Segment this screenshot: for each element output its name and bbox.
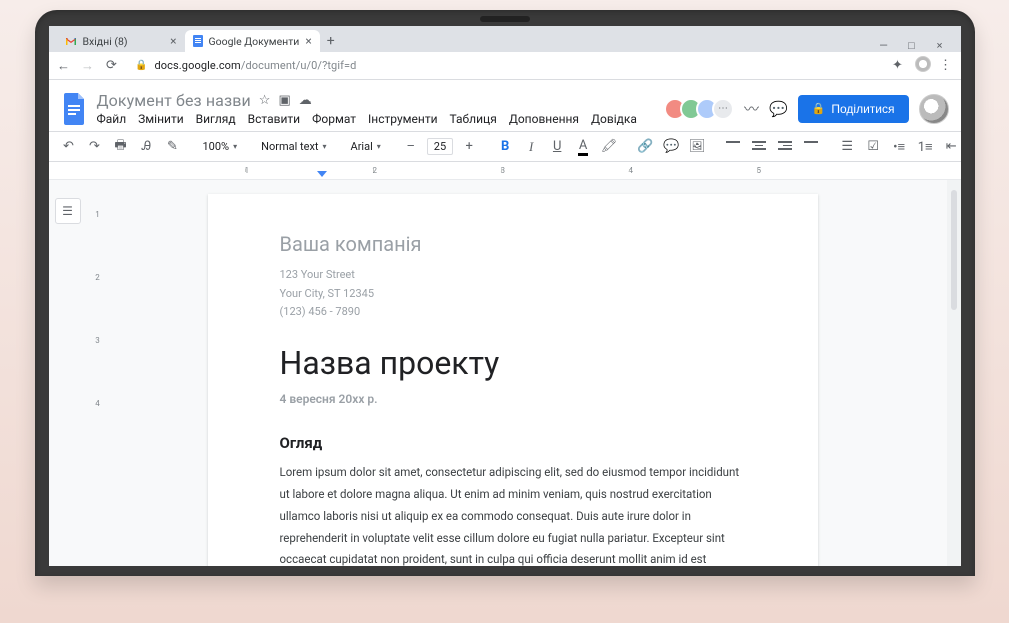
- undo-button[interactable]: ↶: [59, 136, 79, 158]
- docs-icon: [193, 35, 203, 47]
- menu-table[interactable]: Таблиця: [450, 112, 497, 126]
- share-button-label: Поділитися: [831, 102, 894, 116]
- menu-icon[interactable]: ⋮: [939, 58, 953, 73]
- paint-format-button[interactable]: ✎: [163, 136, 183, 158]
- account-avatar[interactable]: [919, 94, 949, 124]
- docs-menubar: Файл Змінити Вигляд Вставити Формат Інст…: [97, 112, 637, 126]
- close-icon[interactable]: ×: [305, 35, 311, 47]
- menu-view[interactable]: Вигляд: [196, 112, 236, 126]
- decrease-indent-button[interactable]: ⇤: [941, 136, 960, 158]
- gmail-icon: [65, 36, 77, 46]
- reload-icon[interactable]: ⟳: [105, 58, 119, 73]
- docs-logo-icon[interactable]: [61, 92, 87, 126]
- browser-address-bar: ← → ⟳ 🔒 docs.google.com/document/u/0/?tg…: [49, 52, 961, 80]
- font-family-select[interactable]: Arial▾: [347, 140, 385, 153]
- url-input[interactable]: 🔒 docs.google.com/document/u/0/?tgif=d: [129, 56, 881, 76]
- italic-button[interactable]: I: [521, 136, 541, 158]
- menu-addons[interactable]: Доповнення: [509, 112, 579, 126]
- move-icon[interactable]: ▣: [278, 93, 290, 108]
- insert-image-button[interactable]: 🖼: [687, 136, 707, 158]
- insert-link-button[interactable]: 🔗: [635, 136, 655, 158]
- browser-tabstrip: Вхідні (8) × Google Документи × + — □ ×: [49, 26, 961, 52]
- font-size-decrease[interactable]: –: [401, 136, 421, 158]
- back-icon[interactable]: ←: [57, 58, 71, 74]
- horizontal-ruler[interactable]: 1 2 3 4 5: [49, 162, 961, 180]
- activity-icon[interactable]: 〰: [744, 98, 759, 119]
- document-canvas[interactable]: Ваша компанія 123 Your Street Your City,…: [109, 180, 947, 566]
- browser-tab-gmail[interactable]: Вхідні (8) ×: [57, 30, 185, 52]
- lock-icon: 🔒: [812, 102, 826, 115]
- bulleted-list-button[interactable]: •≡: [889, 136, 909, 158]
- menu-insert[interactable]: Вставити: [248, 112, 300, 126]
- comment-icon[interactable]: 💬: [769, 100, 788, 118]
- vertical-ruler[interactable]: 1 2 3 4: [87, 180, 109, 566]
- extensions-icon[interactable]: ✦: [891, 58, 905, 73]
- browser-tab-label: Вхідні (8): [83, 35, 128, 48]
- window-close-icon[interactable]: ×: [933, 39, 947, 52]
- menu-file[interactable]: Файл: [97, 112, 127, 126]
- print-button[interactable]: 🖶: [111, 136, 131, 158]
- profile-icon[interactable]: [915, 56, 929, 76]
- project-title[interactable]: Назва проекту: [280, 344, 746, 382]
- screen: Вхідні (8) × Google Документи × + — □ × …: [49, 26, 961, 566]
- window-controls: — □ ×: [877, 39, 953, 52]
- docs-toolbar: ↶ ↷ 🖶 Ꭿ ✎ 100%▾ Normal text▾ Arial▾ –: [49, 132, 961, 162]
- underline-button[interactable]: U: [547, 136, 567, 158]
- url-text: docs.google.com/document/u/0/?tgif=d: [155, 59, 357, 72]
- menu-format[interactable]: Формат: [312, 112, 356, 126]
- laptop-camera: [480, 16, 530, 22]
- section-heading[interactable]: Огляд: [280, 434, 746, 452]
- body-paragraph[interactable]: Lorem ipsum dolor sit amet, consectetur …: [280, 462, 746, 566]
- text-color-button[interactable]: A: [573, 136, 593, 158]
- more-collaborators-icon[interactable]: ⋯: [712, 98, 734, 120]
- browser-tab-label: Google Документи: [209, 35, 300, 48]
- spellcheck-button[interactable]: Ꭿ: [137, 136, 157, 158]
- highlight-button[interactable]: 🖍: [599, 136, 619, 158]
- window-minimize-icon[interactable]: —: [877, 39, 891, 52]
- redo-button[interactable]: ↷: [85, 136, 105, 158]
- company-name[interactable]: Ваша компанія: [280, 232, 746, 256]
- insert-comment-button[interactable]: 💬: [661, 136, 681, 158]
- line-spacing-button[interactable]: ☰: [837, 136, 857, 158]
- paragraph-style-select[interactable]: Normal text▾: [257, 140, 330, 153]
- numbered-list-button[interactable]: 1≡: [915, 136, 935, 158]
- zoom-select[interactable]: 100%▾: [199, 140, 242, 153]
- cloud-status-icon[interactable]: ☁: [299, 93, 312, 108]
- scrollbar[interactable]: [947, 180, 961, 566]
- collaboration-area: ⋯ 〰 💬 🔒 Поділитися: [670, 94, 949, 124]
- align-justify-button[interactable]: [801, 136, 821, 158]
- outline-toggle-button[interactable]: ☰: [55, 198, 81, 224]
- new-tab-button[interactable]: +: [320, 30, 342, 52]
- docs-header: Документ без назви ☆ ▣ ☁ Файл Змінити Ви…: [49, 80, 961, 132]
- align-right-button[interactable]: [775, 136, 795, 158]
- browser-tab-docs[interactable]: Google Документи ×: [185, 30, 320, 52]
- laptop-bezel: Вхідні (8) × Google Документи × + — □ × …: [35, 10, 975, 576]
- window-maximize-icon[interactable]: □: [905, 39, 919, 52]
- docs-title-block: Документ без назви ☆ ▣ ☁ Файл Змінити Ви…: [97, 91, 637, 126]
- bold-button[interactable]: B: [495, 136, 515, 158]
- close-icon[interactable]: ×: [170, 35, 176, 47]
- document-page[interactable]: Ваша компанія 123 Your Street Your City,…: [208, 194, 818, 566]
- align-center-button[interactable]: [749, 136, 769, 158]
- document-title[interactable]: Документ без назви: [97, 91, 251, 110]
- collaborator-avatars[interactable]: ⋯: [670, 98, 734, 120]
- workspace: ☰ 1 2 3 4 Ваша компанія 123 Your Street …: [49, 180, 961, 566]
- share-button[interactable]: 🔒 Поділитися: [798, 95, 909, 123]
- menu-help[interactable]: Довідка: [591, 112, 637, 126]
- star-icon[interactable]: ☆: [259, 93, 271, 108]
- font-size-input[interactable]: 25: [427, 138, 453, 155]
- indent-marker-icon[interactable]: [317, 171, 327, 177]
- lock-icon: 🔒: [135, 60, 149, 71]
- document-date[interactable]: 4 вересня 20xx р.: [280, 392, 746, 406]
- forward-icon[interactable]: →: [81, 58, 95, 74]
- menu-edit[interactable]: Змінити: [138, 112, 184, 126]
- checklist-button[interactable]: ☑: [863, 136, 883, 158]
- laptop-frame: Вхідні (8) × Google Документи × + — □ × …: [0, 0, 1009, 623]
- menu-tools[interactable]: Інструменти: [368, 112, 437, 126]
- font-size-increase[interactable]: +: [459, 136, 479, 158]
- align-left-button[interactable]: [723, 136, 743, 158]
- company-address[interactable]: 123 Your Street Your City, ST 12345 (123…: [280, 266, 746, 322]
